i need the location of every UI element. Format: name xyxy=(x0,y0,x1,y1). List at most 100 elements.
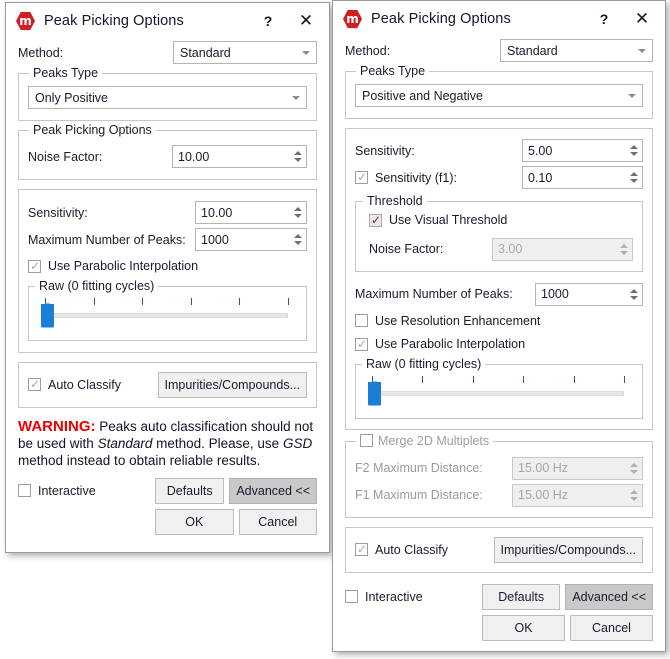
spinner-arrows-icon[interactable] xyxy=(289,202,306,223)
cancel-button[interactable]: Cancel xyxy=(570,614,653,641)
max-peaks-spinner[interactable]: 1000 xyxy=(535,282,643,306)
advanced-settings-panel: Sensitivity: 5.00 ✓ Sensitivity (f1): 0.… xyxy=(345,128,653,430)
threshold-group: Threshold ✓ Use Visual Threshold Noise F… xyxy=(355,194,643,272)
spinner-arrows-icon xyxy=(625,458,642,479)
footer-row-2: OK Cancel xyxy=(18,508,317,535)
peaks-type-value: Positive and Negative xyxy=(362,88,483,103)
ok-button[interactable]: OK xyxy=(482,614,565,641)
warning-text-2: method. Please, use xyxy=(152,435,283,451)
warning-em-1: Standard xyxy=(97,435,153,451)
slider-track[interactable] xyxy=(372,390,624,396)
use-parabolic-interpolation-checkbox[interactable]: ✓ Use Parabolic Interpolation xyxy=(28,259,198,273)
peaks-type-combobox[interactable]: Only Positive xyxy=(28,86,307,109)
method-combobox[interactable]: Standard xyxy=(173,41,317,64)
auto-classify-checkbox[interactable]: ✓ Auto Classify xyxy=(355,543,494,557)
close-icon[interactable]: ✕ xyxy=(287,6,325,36)
use-resolution-enhancement-checkbox[interactable]: Use Resolution Enhancement xyxy=(355,314,540,328)
use-parabolic-interpolation-label: Use Parabolic Interpolation xyxy=(375,337,526,351)
chevron-down-icon xyxy=(632,48,652,53)
advanced-button[interactable]: Advanced << xyxy=(229,477,317,504)
threshold-group-title: Threshold xyxy=(363,194,427,208)
f2-max-distance-row: F2 Maximum Distance: 15.00 Hz xyxy=(355,456,643,480)
dialog-title: Peak Picking Options xyxy=(371,11,511,27)
auto-classify-checkbox[interactable]: ✓ Auto Classify xyxy=(28,378,158,392)
footer-row-1: Interactive Defaults Advanced << xyxy=(345,583,653,610)
sensitivity-spinner[interactable]: 10.00 xyxy=(195,201,307,224)
max-peaks-label: Maximum Number of Peaks: xyxy=(28,232,186,247)
peaks-type-value: Only Positive xyxy=(35,90,108,105)
method-value: Standard xyxy=(507,43,558,58)
sensitivity-f1-spinner[interactable]: 0.10 xyxy=(522,166,643,189)
noise-factor-spinner[interactable]: 10.00 xyxy=(172,145,307,168)
spinner-arrows-icon[interactable] xyxy=(625,284,642,305)
merge-2d-multiplets-group-title[interactable]: Merge 2D Multiplets xyxy=(356,433,494,448)
checkbox-box: ✓ xyxy=(355,543,368,556)
warning-word: WARNING: xyxy=(18,417,96,435)
spinner-arrows-icon[interactable] xyxy=(289,146,306,167)
advanced-button[interactable]: Advanced << xyxy=(565,583,653,610)
merge-2d-multiplets-checkbox[interactable] xyxy=(360,434,373,447)
warning-text-3: method instead to obtain reliable result… xyxy=(18,452,261,468)
ok-button[interactable]: OK xyxy=(155,508,234,535)
checkbox-box xyxy=(355,314,368,327)
noise-factor-row: Noise Factor: 10.00 xyxy=(28,145,307,168)
method-row: Method: Standard xyxy=(18,41,317,64)
use-parabolic-interpolation-checkbox[interactable]: ✓ Use Parabolic Interpolation xyxy=(355,337,525,351)
f2-max-distance-spinner: 15.00 Hz xyxy=(512,456,643,480)
method-combobox[interactable]: Standard xyxy=(500,39,653,62)
max-peaks-spinner[interactable]: 1000 xyxy=(195,228,307,251)
chevron-down-icon xyxy=(296,50,316,55)
close-icon[interactable]: ✕ xyxy=(623,4,661,34)
spinner-arrows-icon[interactable] xyxy=(625,140,642,161)
raw-fitting-group: Raw (0 fitting cycles) xyxy=(355,356,643,419)
max-peaks-row: Maximum Number of Peaks: 1000 xyxy=(355,282,643,306)
check-icon: ✓ xyxy=(30,377,41,391)
use-visual-threshold-checkbox[interactable]: ✓ Use Visual Threshold xyxy=(369,213,507,227)
slider-handle[interactable] xyxy=(368,381,381,406)
auto-classify-panel: ✓ Auto Classify Impurities/Compounds... xyxy=(345,526,653,573)
impurities-compounds-button[interactable]: Impurities/Compounds... xyxy=(493,536,643,563)
interactive-checkbox[interactable]: Interactive xyxy=(18,484,155,498)
threshold-noise-factor-row: Noise Factor: 3.00 xyxy=(369,237,633,261)
impurities-compounds-button[interactable]: Impurities/Compounds... xyxy=(157,371,307,398)
auto-classify-panel: ✓ Auto Classify Impurities/Compounds... xyxy=(18,361,317,408)
max-peaks-label: Maximum Number of Peaks: xyxy=(355,287,513,301)
slider-track[interactable] xyxy=(45,312,288,318)
title-bar: m Peak Picking Options ? ✕ xyxy=(6,3,329,39)
fitting-cycles-slider[interactable] xyxy=(362,374,636,412)
peaks-type-group: Peaks Type Positive and Negative xyxy=(345,64,653,119)
peaks-type-group-title: Peaks Type xyxy=(29,66,103,80)
fitting-cycles-slider[interactable] xyxy=(35,296,300,334)
sensitivity-row: Sensitivity: 5.00 xyxy=(355,139,643,162)
sensitivity-spinner[interactable]: 5.00 xyxy=(522,139,643,162)
dialog-body: Method: Standard Peaks Type Positive and… xyxy=(333,39,665,651)
peak-picking-options-dialog-left: m Peak Picking Options ? ✕ Method: Stand… xyxy=(5,2,330,553)
noise-factor-value: 10.00 xyxy=(178,149,210,164)
checkbox-box: ✓ xyxy=(28,378,41,391)
checkbox-box xyxy=(345,590,358,603)
defaults-button[interactable]: Defaults xyxy=(155,477,225,504)
cancel-button[interactable]: Cancel xyxy=(238,508,317,535)
check-icon: ✓ xyxy=(30,258,41,273)
max-peaks-value: 1000 xyxy=(541,287,569,301)
help-button[interactable]: ? xyxy=(249,6,287,36)
defaults-button[interactable]: Defaults xyxy=(482,583,561,610)
spinner-arrows-icon xyxy=(625,485,642,506)
peaks-type-group-title: Peaks Type xyxy=(356,64,430,78)
slider-ticks xyxy=(45,297,289,306)
spinner-arrows-icon[interactable] xyxy=(289,229,306,250)
spinner-arrows-icon xyxy=(615,239,632,260)
help-button[interactable]: ? xyxy=(585,4,623,34)
peaks-type-combobox[interactable]: Positive and Negative xyxy=(355,84,643,107)
sensitivity-value: 5.00 xyxy=(528,143,553,158)
interactive-checkbox[interactable]: Interactive xyxy=(345,590,482,604)
sensitivity-f1-checkbox[interactable]: ✓ Sensitivity (f1): xyxy=(355,171,522,185)
dialog-body: Method: Standard Peaks Type Only Positiv… xyxy=(6,41,329,545)
auto-classify-label: Auto Classify xyxy=(48,377,121,392)
spinner-arrows-icon[interactable] xyxy=(625,167,642,188)
slider-handle[interactable] xyxy=(41,303,54,328)
app-logo-icon: m xyxy=(343,9,362,29)
peaks-type-group: Peaks Type Only Positive xyxy=(18,66,317,121)
peak-picking-options-group: Peak Picking Options Noise Factor: 10.00 xyxy=(18,123,317,180)
max-peaks-row: Maximum Number of Peaks: 1000 xyxy=(28,228,307,251)
